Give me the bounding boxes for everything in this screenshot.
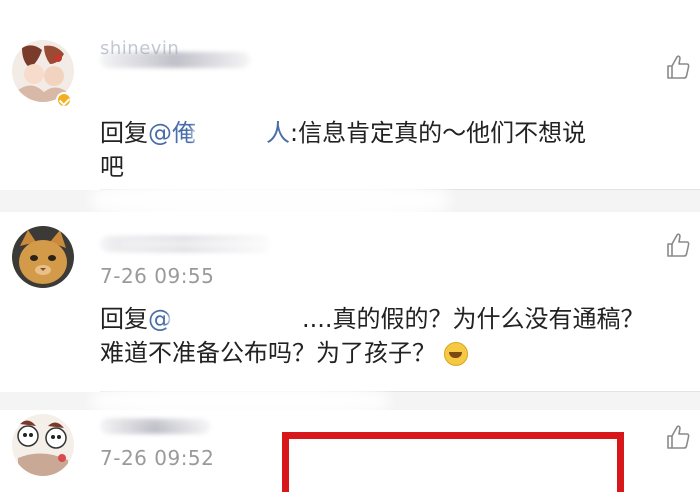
username-blurred (100, 418, 210, 434)
comment-item: 7-26 09:55 回复@ ....真的假的？为什么没有通稿？ 难道不准备公布吗… (0, 212, 700, 392)
thumbs-up-icon (667, 55, 690, 79)
highlight-frame (282, 432, 624, 492)
comment-text-line2: 难道不准备公布吗？为了孩子？ (100, 339, 436, 367)
mention-link[interactable]: @ (148, 305, 302, 333)
comment-body: 回复@俺 人:信息肯定真的～他们不想说 吧 (100, 116, 680, 184)
avatar[interactable] (12, 414, 74, 476)
comment-time: 7-26 09:55 (100, 264, 215, 288)
comment-text: ....真的假的？为什么没有通稿？ (302, 305, 645, 333)
mention-redaction (196, 127, 266, 141)
thumbs-up-icon (667, 425, 690, 449)
reply-prefix: 回复 (100, 305, 148, 333)
mention-redaction (172, 313, 302, 327)
thumbs-up-icon (667, 233, 690, 257)
laughing-emoji-icon (443, 342, 468, 366)
verified-badge-icon (56, 92, 72, 108)
reply-prefix: 回复 (100, 119, 148, 147)
redaction-smear (60, 0, 480, 30)
redaction-smear (90, 384, 390, 418)
like-button[interactable] (666, 54, 690, 80)
like-button[interactable] (666, 232, 690, 258)
comment-list: shinevin 回复@俺 人:信息肯定真的～他们不想说 吧 7-26 09:5… (0, 0, 700, 492)
mention-start: @ (148, 305, 172, 333)
redaction-smear (120, 236, 340, 252)
username[interactable]: shinevin (100, 38, 179, 59)
mention-link[interactable]: @俺 人 (148, 119, 290, 147)
avatar[interactable] (12, 226, 74, 288)
comment-body: 回复@ ....真的假的？为什么没有通稿？ 难道不准备公布吗？为了孩子？ (100, 302, 680, 370)
mention-start: @俺 (148, 119, 196, 147)
mention-end: 人 (266, 119, 290, 147)
like-button[interactable] (666, 424, 690, 450)
comment-text: :信息肯定真的～他们不想说 (290, 119, 587, 147)
comment-time: 7-26 09:52 (100, 446, 215, 470)
redaction-smear (90, 178, 450, 222)
comment-text-line2: 吧 (100, 153, 124, 181)
